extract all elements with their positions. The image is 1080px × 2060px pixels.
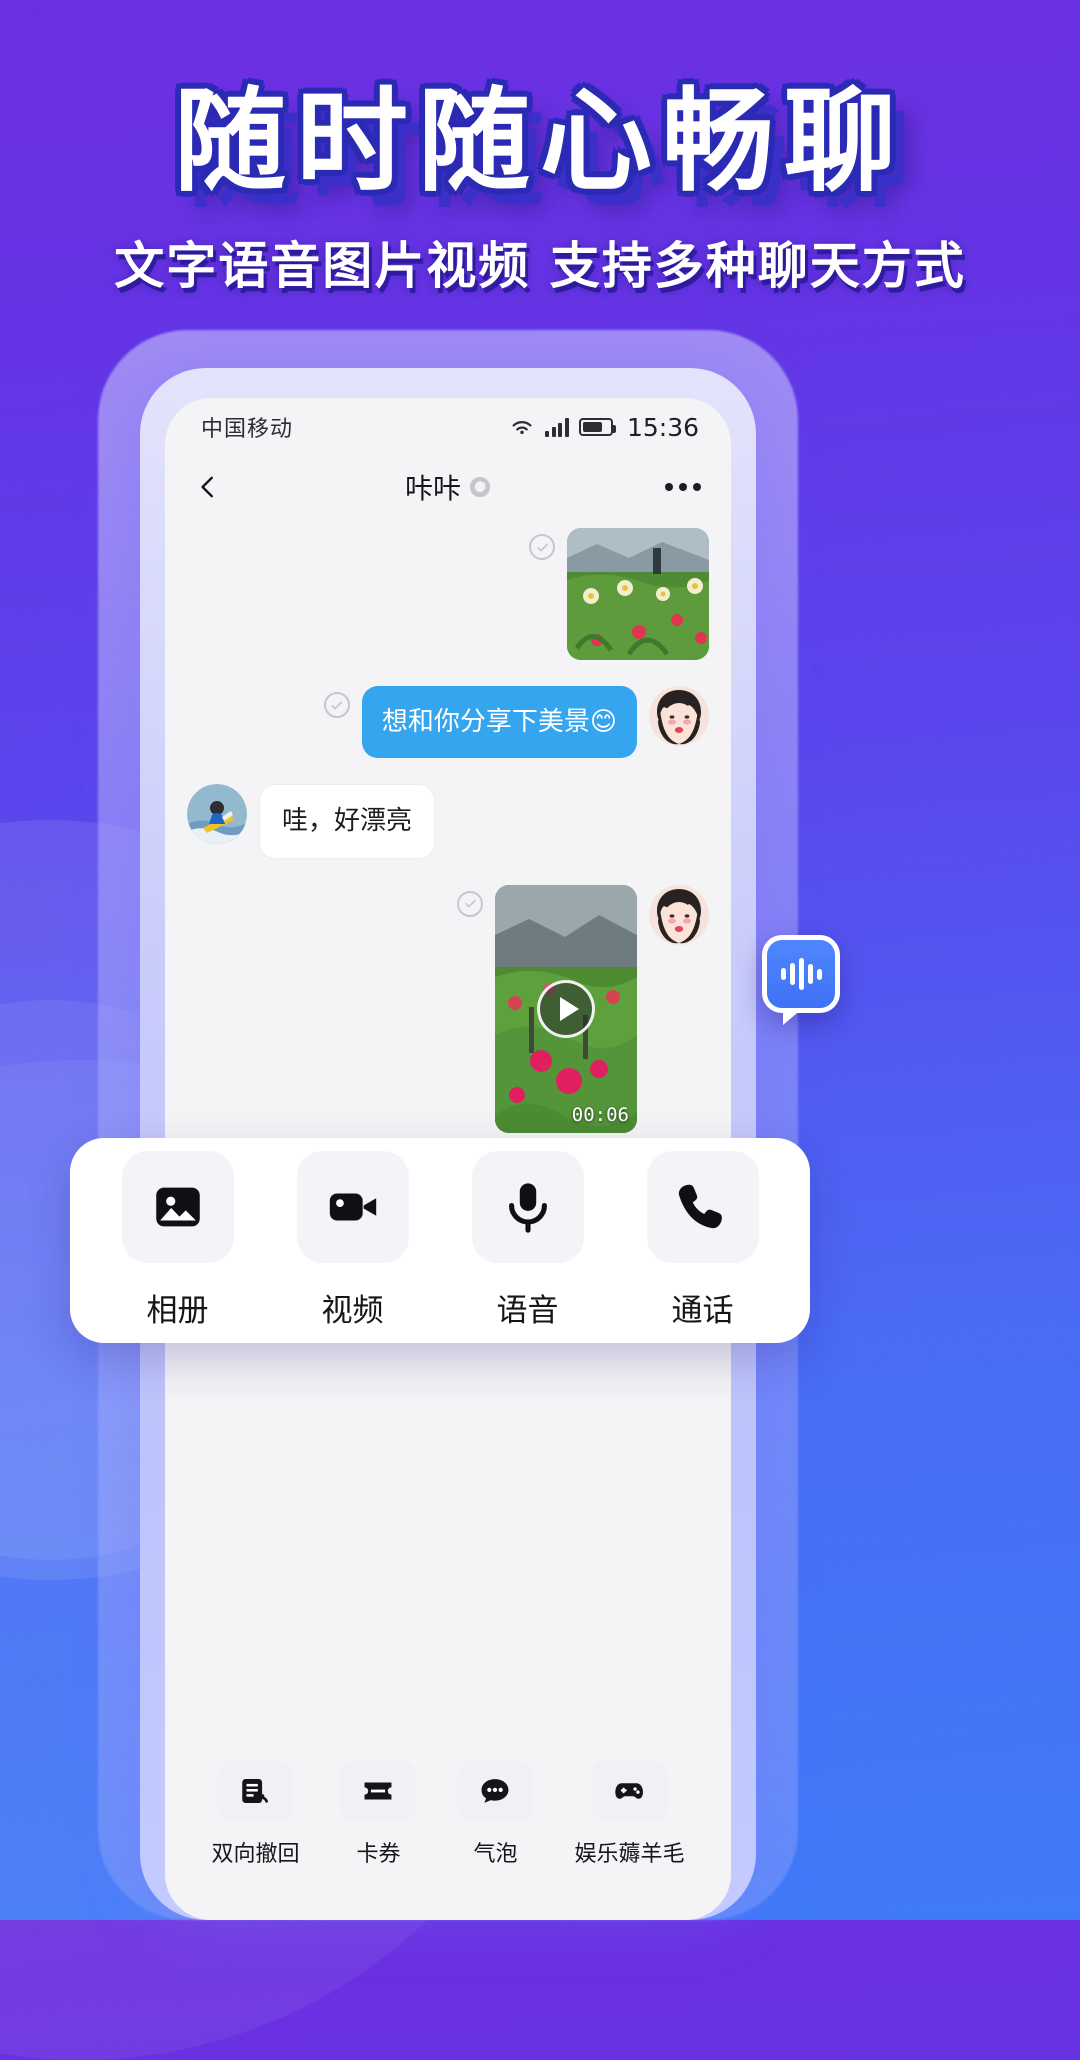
photo-thumbnail [567,528,709,660]
message-row-image [187,528,709,660]
secondary-item-label: 卡券 [356,1842,401,1867]
poster-headline: 随时随心畅聊 [174,77,906,207]
message-list: 想和你分享下美景😊 哇，好漂亮 00:06 [165,518,731,1232]
photo-icon [121,1151,234,1263]
text-message-bubble[interactable]: 想和你分享下美景😊 [361,686,637,759]
avatar-surfer-image [187,784,247,845]
mic-icon [471,1151,584,1263]
play-icon[interactable] [537,979,595,1038]
chat-header: 咔咔 [165,456,731,518]
action-item-call[interactable]: 通话 [646,1151,759,1330]
status-bar: 中国移动 15:36 [165,398,731,456]
recall-icon [217,1760,294,1822]
action-item-label: 语音 [496,1293,559,1329]
chat-title-wrap: 咔咔 [165,467,731,507]
poster-headline-wrap: 随时随心畅聊 [0,78,1080,207]
secondary-item-label: 气泡 [473,1842,518,1867]
avatar[interactable] [649,686,709,746]
carrier-label: 中国移动 [201,417,294,442]
more-horizontal-icon[interactable] [665,483,701,491]
voice-chip-button[interactable] [762,935,840,1025]
clock-label: 15:36 [626,412,699,442]
secondary-item-label: 娱乐薅羊毛 [574,1842,685,1867]
action-item-label: 视频 [321,1293,384,1329]
bubble-icon [457,1760,534,1822]
action-item-voice[interactable]: 语音 [471,1151,584,1330]
secondary-item-game[interactable]: 娱乐薅羊毛 [574,1760,684,1868]
coupon-icon [340,1760,417,1822]
action-item-label: 相册 [146,1293,209,1329]
secondary-item-label: 双向撤回 [211,1842,300,1867]
wifi-icon [512,421,532,435]
check-circle-icon [457,890,483,917]
message-row-text-in: 哇，好漂亮 [187,784,709,859]
poster-subline: 文字语音图片视频 支持多种聊天方式 [114,237,966,295]
video-icon [296,1151,409,1263]
battery-icon [578,418,616,436]
secondary-item-coupon[interactable]: 卡券 [340,1760,417,1868]
poster-subline-wrap: 文字语音图片视频 支持多种聊天方式 [0,226,1080,298]
flower-badge-icon [469,476,491,498]
avatar-girl-image [649,686,709,746]
video-duration-label: 00:06 [571,1103,629,1126]
chat-title: 咔咔 [404,472,461,505]
secondary-item-bubble[interactable]: 气泡 [457,1760,534,1868]
gamepad-icon [591,1760,668,1822]
action-item-label: 通话 [671,1293,734,1329]
signal-icon [545,417,569,437]
avatar[interactable] [187,784,247,845]
action-panel: 相册 视频 语音 通话 [70,1138,810,1343]
voice-wave-icon [780,957,822,991]
action-item-video[interactable]: 视频 [296,1151,409,1330]
secondary-action-row: 双向撤回 卡券 气泡 娱乐薅羊毛 [165,1760,731,1868]
action-item-album[interactable]: 相册 [121,1151,234,1330]
text-message-bubble[interactable]: 哇，好漂亮 [259,784,436,859]
phone-icon [646,1151,759,1263]
avatar[interactable] [649,884,709,945]
avatar-girl-image [649,884,709,945]
message-row-text-out-1: 想和你分享下美景😊 [187,686,709,759]
status-icons: 15:36 [509,413,699,442]
check-circle-icon [529,534,555,560]
video-message-bubble[interactable]: 00:06 [495,884,637,1133]
secondary-item-recall[interactable]: 双向撤回 [211,1760,300,1868]
image-message-bubble[interactable] [567,528,709,660]
check-circle-icon [323,692,350,718]
message-row-video: 00:06 [187,884,709,1133]
